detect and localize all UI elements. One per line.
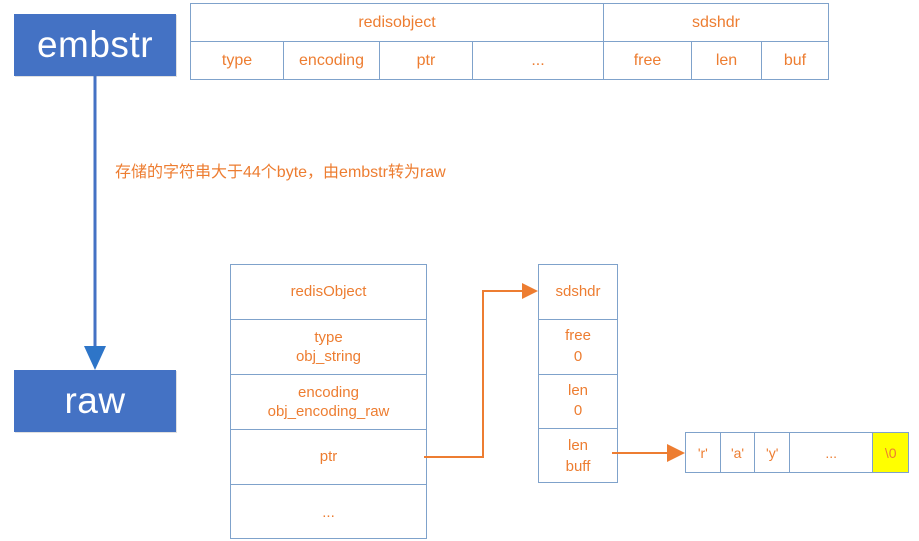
redis-object-struct: redisObject type obj_string encoding obj… bbox=[230, 264, 427, 539]
sdshdr-row-len-value: 0 bbox=[573, 402, 583, 420]
embstr-table-field-row: type encoding ptr ... free len buf bbox=[191, 42, 828, 80]
header-cell-redisobject: redisobject bbox=[191, 4, 604, 41]
redis-object-title-row: redisObject bbox=[231, 265, 426, 320]
redis-object-row-type-name: type bbox=[314, 328, 343, 346]
redis-object-row-ptr-name: ptr bbox=[319, 448, 338, 466]
state-box-embstr: embstr bbox=[14, 14, 176, 76]
connector-ptr-to-sdshdr bbox=[424, 282, 544, 464]
field-cell-ellipsis: ... bbox=[473, 42, 604, 80]
char-buffer-cell-terminator: \0 bbox=[873, 433, 908, 472]
transition-caption: 存储的字符串大于44个byte，由embstr转为raw bbox=[115, 164, 446, 181]
field-cell-len: len bbox=[692, 42, 762, 80]
sdshdr-row-len-name: len bbox=[567, 382, 589, 400]
redis-object-row-ellipsis-name: ... bbox=[322, 503, 335, 521]
char-buffer-cell-ellipsis: ... bbox=[790, 433, 874, 472]
diagram-canvas: embstr redisobject sdshdr type encoding … bbox=[0, 0, 919, 541]
field-cell-ptr: ptr bbox=[380, 42, 473, 80]
sdshdr-row-free-name: free bbox=[565, 327, 591, 345]
arrow-right-icon bbox=[424, 283, 538, 458]
char-buffer-cell-0: 'r' bbox=[686, 433, 721, 472]
redis-object-row-encoding-value: obj_encoding_raw bbox=[267, 403, 390, 420]
transition-arrow bbox=[74, 74, 116, 374]
sdshdr-title-row: sdshdr bbox=[539, 265, 617, 320]
down-arrow-icon bbox=[84, 74, 106, 370]
sdshdr-row-buff-name: len bbox=[567, 437, 589, 455]
redis-object-row-encoding-name: encoding bbox=[298, 383, 359, 401]
state-box-raw-label: raw bbox=[64, 380, 126, 421]
char-buffer-cell-1: 'a' bbox=[721, 433, 756, 472]
redis-object-row-type: type obj_string bbox=[231, 320, 426, 375]
sdshdr-title: sdshdr bbox=[555, 282, 601, 300]
redis-object-row-encoding: encoding obj_encoding_raw bbox=[231, 375, 426, 430]
sdshdr-row-buff-value: buff bbox=[565, 457, 591, 475]
field-cell-type: type bbox=[191, 42, 284, 80]
sdshdr-row-free: free 0 bbox=[539, 320, 617, 375]
sdshdr-struct: sdshdr free 0 len 0 len buff bbox=[538, 264, 618, 483]
sdshdr-row-buff: len buff bbox=[539, 429, 617, 484]
char-buffer-cell-2: 'y' bbox=[755, 433, 791, 472]
arrow-right-icon bbox=[612, 444, 685, 462]
redis-object-row-type-value: obj_string bbox=[295, 348, 362, 365]
embstr-memory-layout-table: redisobject sdshdr type encoding ptr ...… bbox=[190, 3, 829, 80]
sdshdr-row-free-value: 0 bbox=[573, 347, 583, 365]
embstr-table-header-row: redisobject sdshdr bbox=[191, 4, 828, 42]
state-box-embstr-label: embstr bbox=[36, 24, 154, 65]
header-cell-sdshdr: sdshdr bbox=[691, 13, 741, 31]
field-cell-buf: buf bbox=[783, 52, 807, 69]
sdshdr-row-len: len 0 bbox=[539, 375, 617, 430]
redis-object-title: redisObject bbox=[290, 283, 367, 301]
redis-object-row-ellipsis: ... bbox=[231, 485, 426, 540]
char-buffer-array: 'r' 'a' 'y' ... \0 bbox=[685, 432, 909, 473]
redis-object-row-ptr: ptr bbox=[231, 430, 426, 485]
field-cell-encoding: encoding bbox=[284, 42, 380, 80]
field-cell-free: free bbox=[604, 42, 692, 80]
connector-buff-to-char-buffer bbox=[612, 440, 692, 466]
state-box-raw: raw bbox=[14, 370, 176, 432]
